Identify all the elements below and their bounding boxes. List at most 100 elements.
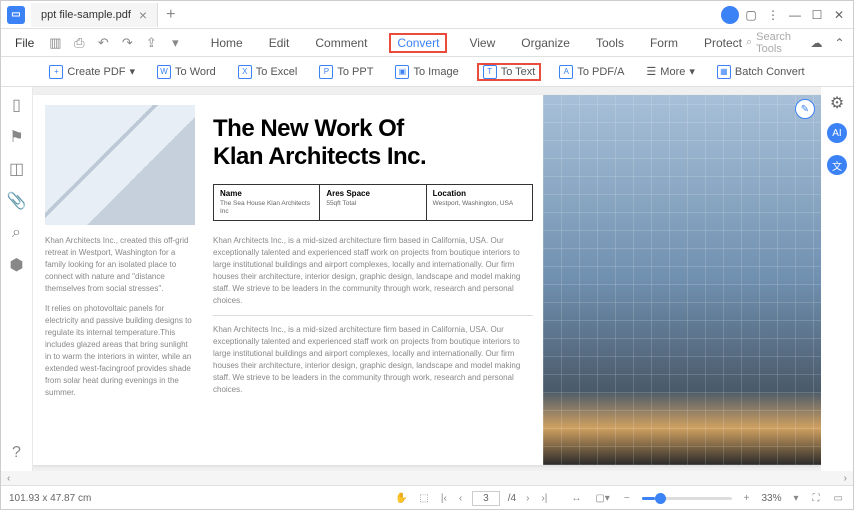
tab-comment[interactable]: Comment <box>311 33 371 53</box>
body-text: It relies on photovoltaic panels for ele… <box>45 303 195 399</box>
qat-more-icon[interactable]: ▾ <box>166 34 184 52</box>
tab-convert[interactable]: Convert <box>389 33 447 53</box>
to-pdfa-button[interactable]: ATo PDF/A <box>555 63 628 81</box>
undo-icon[interactable]: ↶ <box>94 34 112 52</box>
attachments-icon[interactable]: 📎 <box>9 193 25 209</box>
tab-edit[interactable]: Edit <box>265 33 294 53</box>
fit-page-icon[interactable]: ▢▾ <box>593 493 611 504</box>
batch-convert-button[interactable]: ▦Batch Convert <box>713 63 809 81</box>
collapse-ribbon-icon[interactable]: ⌃ <box>832 33 847 53</box>
more-button[interactable]: ☰More▾ <box>642 63 698 80</box>
fullscreen-icon[interactable]: ⛶ <box>811 493 822 504</box>
text-icon: T <box>483 65 497 79</box>
scroll-left-icon[interactable]: ‹ <box>7 473 10 484</box>
search-placeholder: Search Tools <box>756 31 801 55</box>
body-text: Khan Architects Inc., created this off-g… <box>45 235 195 295</box>
translate-badge-icon[interactable]: 文 <box>827 155 847 175</box>
close-tab-icon[interactable]: × <box>139 7 147 23</box>
divider <box>213 315 533 316</box>
to-image-button[interactable]: ▣To Image <box>391 63 462 81</box>
hand-tool-icon[interactable]: ✋ <box>393 493 409 504</box>
horizontal-scrollbar[interactable]: ‹ › <box>1 471 853 485</box>
more-icon: ☰ <box>646 65 656 78</box>
zoom-slider[interactable] <box>642 497 732 500</box>
statusbar: 101.93 x 47.87 cm ✋ ⬚ |‹ ‹ 3 /4 › ›| ↔ ▢… <box>1 485 853 511</box>
scroll-right-icon[interactable]: › <box>844 473 847 484</box>
to-excel-button[interactable]: XTo Excel <box>234 63 302 81</box>
prev-page-button[interactable]: ‹ <box>457 493 464 504</box>
excel-icon: X <box>238 65 252 79</box>
ribbon-tabs: Home Edit Comment Convert View Organize … <box>207 33 746 53</box>
add-tab-button[interactable]: + <box>158 6 183 24</box>
page-dimensions: 101.93 x 47.87 cm <box>9 493 91 504</box>
tab-tools[interactable]: Tools <box>592 33 628 53</box>
chevron-down-icon: ▾ <box>129 65 135 78</box>
plus-doc-icon: + <box>49 65 63 79</box>
ai-badge-icon[interactable]: AI <box>827 123 847 143</box>
bookmarks-icon[interactable]: ⚑ <box>9 129 25 145</box>
titlebar: ▭ ppt file-sample.pdf × + ▢ ⋮ — ☐ ✕ <box>1 1 853 29</box>
cloud-icon[interactable]: ☁ <box>809 33 824 53</box>
kebab-menu-icon[interactable]: ⋮ <box>763 5 783 25</box>
info-table: NameThe Sea House Klan Architects Inc Ar… <box>213 184 533 221</box>
tab-home[interactable]: Home <box>207 33 247 53</box>
zoom-in-button[interactable]: + <box>742 493 752 504</box>
app-icon: ▭ <box>7 6 25 24</box>
search-icon: ⌕ <box>746 36 752 49</box>
user-avatar[interactable] <box>721 6 739 24</box>
search-tools[interactable]: ⌕ Search Tools <box>746 31 801 55</box>
page-headline: The New Work Of Klan Architects Inc. <box>213 115 533 170</box>
comment-badge-icon[interactable]: ✎ <box>795 99 815 119</box>
print-icon[interactable]: ⎙ <box>70 34 88 52</box>
tab-protect[interactable]: Protect <box>700 33 746 53</box>
next-page-button[interactable]: › <box>524 493 531 504</box>
read-mode-icon[interactable]: ▭ <box>832 493 845 504</box>
close-window-button[interactable]: ✕ <box>829 5 849 25</box>
tab-organize[interactable]: Organize <box>517 33 574 53</box>
to-word-button[interactable]: WTo Word <box>153 63 220 81</box>
page-total: /4 <box>508 493 516 504</box>
create-pdf-button[interactable]: +Create PDF▾ <box>45 63 139 81</box>
share-icon[interactable]: ⇪ <box>142 34 160 52</box>
document-hero-image: ✎ <box>543 95 821 465</box>
tab-view[interactable]: View <box>465 33 499 53</box>
to-text-button[interactable]: TTo Text <box>477 63 542 81</box>
file-menu[interactable]: File <box>7 34 42 52</box>
page-number-input[interactable]: 3 <box>472 491 500 506</box>
tab-form[interactable]: Form <box>646 33 682 53</box>
pdf-page: Khan Architects Inc., created this off-g… <box>33 95 821 465</box>
body-text: Khan Architects Inc., is a mid-sized arc… <box>213 324 533 396</box>
select-tool-icon[interactable]: ⬚ <box>417 493 430 504</box>
document-image <box>45 105 195 225</box>
zoom-level: 33% <box>762 493 782 504</box>
maximize-button[interactable]: ☐ <box>807 5 827 25</box>
3d-icon[interactable]: ⬢ <box>9 257 25 273</box>
save-icon[interactable]: ▥ <box>46 34 64 52</box>
document-viewport[interactable]: Khan Architects Inc., created this off-g… <box>33 87 821 471</box>
batch-icon: ▦ <box>717 65 731 79</box>
fit-width-icon[interactable]: ↔ <box>569 493 583 504</box>
search-panel-icon[interactable]: ⌕ <box>9 225 25 241</box>
zoom-out-button[interactable]: − <box>622 493 632 504</box>
thumbnails-icon[interactable]: ▯ <box>9 97 25 113</box>
first-page-button[interactable]: |‹ <box>439 493 449 504</box>
minimize-button[interactable]: — <box>785 5 805 25</box>
zoom-thumb[interactable] <box>655 493 666 504</box>
to-ppt-button[interactable]: PTo PPT <box>315 63 377 81</box>
chevron-down-icon: ▾ <box>689 65 695 78</box>
tab-title: ppt file-sample.pdf <box>41 9 131 21</box>
layers-icon[interactable]: ◫ <box>9 161 25 177</box>
convert-toolbar: +Create PDF▾ WTo Word XTo Excel PTo PPT … <box>1 57 853 87</box>
right-rail: ⚙ AI 文 <box>821 87 853 471</box>
pdfa-icon: A <box>559 65 573 79</box>
window-restore-icon[interactable]: ▢ <box>741 5 761 25</box>
last-page-button[interactable]: ›| <box>539 493 549 504</box>
redo-icon[interactable]: ↷ <box>118 34 136 52</box>
document-tab[interactable]: ppt file-sample.pdf × <box>31 3 158 27</box>
image-icon: ▣ <box>395 65 409 79</box>
help-icon[interactable]: ? <box>9 445 25 461</box>
ppt-icon: P <box>319 65 333 79</box>
settings-icon[interactable]: ⚙ <box>829 95 845 111</box>
workspace: ▯ ⚑ ◫ 📎 ⌕ ⬢ ? Khan Architects Inc., crea… <box>1 87 853 471</box>
chevron-down-icon[interactable]: ▾ <box>792 493 801 504</box>
